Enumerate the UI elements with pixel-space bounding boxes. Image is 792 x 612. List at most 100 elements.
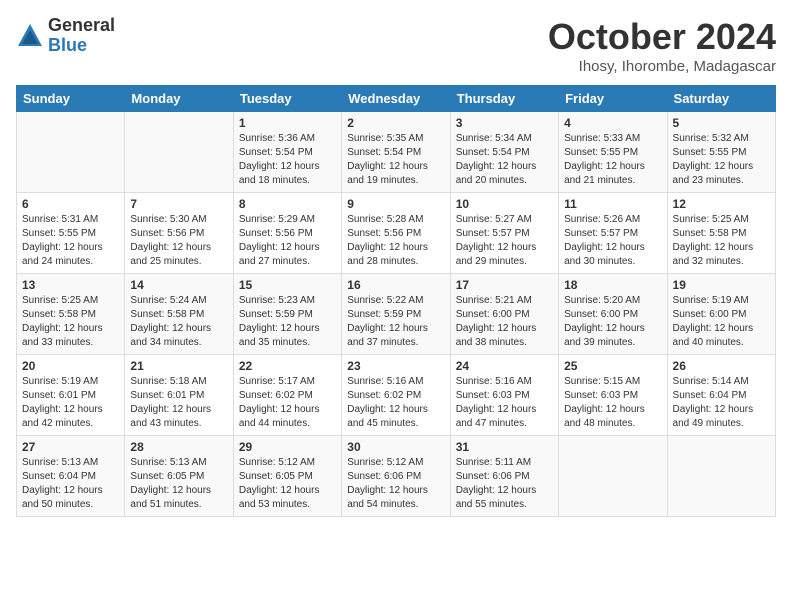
day-info: Sunrise: 5:17 AMSunset: 6:02 PMDaylight:…	[239, 375, 336, 431]
day-number: 1	[239, 116, 336, 130]
day-info: Sunrise: 5:11 AMSunset: 6:06 PMDaylight:…	[456, 456, 553, 512]
header-sunday: Sunday	[17, 86, 125, 112]
calendar-cell: 28 Sunrise: 5:13 AMSunset: 6:05 PMDayligh…	[125, 436, 233, 517]
day-number: 24	[456, 359, 553, 373]
day-number: 3	[456, 116, 553, 130]
day-number: 12	[673, 197, 770, 211]
day-number: 10	[456, 197, 553, 211]
location-subtitle: Ihosy, Ihorombe, Madagascar	[548, 58, 776, 75]
header-saturday: Saturday	[667, 86, 775, 112]
calendar-cell: 14 Sunrise: 5:24 AMSunset: 5:58 PMDayligh…	[125, 274, 233, 355]
header-monday: Monday	[125, 86, 233, 112]
day-info: Sunrise: 5:30 AMSunset: 5:56 PMDaylight:…	[130, 213, 227, 269]
calendar-cell: 30 Sunrise: 5:12 AMSunset: 6:06 PMDayligh…	[342, 436, 450, 517]
header-thursday: Thursday	[450, 86, 558, 112]
calendar-cell: 23 Sunrise: 5:16 AMSunset: 6:02 PMDayligh…	[342, 355, 450, 436]
calendar-cell: 10 Sunrise: 5:27 AMSunset: 5:57 PMDayligh…	[450, 193, 558, 274]
day-info: Sunrise: 5:35 AMSunset: 5:54 PMDaylight:…	[347, 132, 444, 188]
title-block: October 2024 Ihosy, Ihorombe, Madagascar	[548, 16, 776, 75]
header-row: Sunday Monday Tuesday Wednesday Thursday…	[17, 86, 776, 112]
day-info: Sunrise: 5:21 AMSunset: 6:00 PMDaylight:…	[456, 294, 553, 350]
logo-text: General Blue	[48, 16, 115, 56]
calendar-table: Sunday Monday Tuesday Wednesday Thursday…	[16, 85, 776, 517]
day-info: Sunrise: 5:24 AMSunset: 5:58 PMDaylight:…	[130, 294, 227, 350]
day-number: 30	[347, 440, 444, 454]
day-number: 9	[347, 197, 444, 211]
calendar-cell: 7Sunrise: 5:30 AMSunset: 5:56 PMDaylight…	[125, 193, 233, 274]
day-info: Sunrise: 5:13 AMSunset: 6:04 PMDaylight:…	[22, 456, 119, 512]
logo-blue: Blue	[48, 36, 115, 56]
day-info: Sunrise: 5:15 AMSunset: 6:03 PMDaylight:…	[564, 375, 661, 431]
calendar-header: Sunday Monday Tuesday Wednesday Thursday…	[17, 86, 776, 112]
day-info: Sunrise: 5:27 AMSunset: 5:57 PMDaylight:…	[456, 213, 553, 269]
day-number: 25	[564, 359, 661, 373]
calendar-cell	[17, 112, 125, 193]
calendar-cell: 5Sunrise: 5:32 AMSunset: 5:55 PMDaylight…	[667, 112, 775, 193]
calendar-cell: 29 Sunrise: 5:12 AMSunset: 6:05 PMDayligh…	[233, 436, 341, 517]
day-number: 26	[673, 359, 770, 373]
day-number: 15	[239, 278, 336, 292]
day-info: Sunrise: 5:13 AMSunset: 6:05 PMDaylight:…	[130, 456, 227, 512]
calendar-cell: 26 Sunrise: 5:14 AMSunset: 6:04 PMDayligh…	[667, 355, 775, 436]
day-info: Sunrise: 5:33 AMSunset: 5:55 PMDaylight:…	[564, 132, 661, 188]
day-number: 23	[347, 359, 444, 373]
day-info: Sunrise: 5:18 AMSunset: 6:01 PMDaylight:…	[130, 375, 227, 431]
calendar-cell: 9 Sunrise: 5:28 AMSunset: 5:56 PMDaylight…	[342, 193, 450, 274]
calendar-cell	[667, 436, 775, 517]
page-header: General Blue October 2024 Ihosy, Ihoromb…	[16, 16, 776, 75]
calendar-week-row: 20 Sunrise: 5:19 AMSunset: 6:01 PMDayligh…	[17, 355, 776, 436]
day-info: Sunrise: 5:12 AMSunset: 6:05 PMDaylight:…	[239, 456, 336, 512]
day-info: Sunrise: 5:12 AMSunset: 6:06 PMDaylight:…	[347, 456, 444, 512]
calendar-week-row: 6Sunrise: 5:31 AMSunset: 5:55 PMDaylight…	[17, 193, 776, 274]
calendar-cell: 19 Sunrise: 5:19 AMSunset: 6:00 PMDayligh…	[667, 274, 775, 355]
day-number: 4	[564, 116, 661, 130]
day-number: 18	[564, 278, 661, 292]
day-number: 21	[130, 359, 227, 373]
calendar-cell: 21 Sunrise: 5:18 AMSunset: 6:01 PMDayligh…	[125, 355, 233, 436]
day-info: Sunrise: 5:19 AMSunset: 6:00 PMDaylight:…	[673, 294, 770, 350]
calendar-cell: 2Sunrise: 5:35 AMSunset: 5:54 PMDaylight…	[342, 112, 450, 193]
day-number: 11	[564, 197, 661, 211]
day-info: Sunrise: 5:16 AMSunset: 6:02 PMDaylight:…	[347, 375, 444, 431]
day-info: Sunrise: 5:19 AMSunset: 6:01 PMDaylight:…	[22, 375, 119, 431]
day-info: Sunrise: 5:14 AMSunset: 6:04 PMDaylight:…	[673, 375, 770, 431]
logo: General Blue	[16, 16, 115, 56]
day-info: Sunrise: 5:23 AMSunset: 5:59 PMDaylight:…	[239, 294, 336, 350]
day-number: 19	[673, 278, 770, 292]
day-number: 20	[22, 359, 119, 373]
calendar-cell: 12 Sunrise: 5:25 AMSunset: 5:58 PMDayligh…	[667, 193, 775, 274]
calendar-cell	[125, 112, 233, 193]
day-number: 14	[130, 278, 227, 292]
day-number: 28	[130, 440, 227, 454]
logo-general: General	[48, 16, 115, 36]
calendar-cell: 27Sunrise: 5:13 AMSunset: 6:04 PMDayligh…	[17, 436, 125, 517]
calendar-cell: 25 Sunrise: 5:15 AMSunset: 6:03 PMDayligh…	[559, 355, 667, 436]
calendar-cell: 22Sunrise: 5:17 AMSunset: 6:02 PMDayligh…	[233, 355, 341, 436]
day-info: Sunrise: 5:25 AMSunset: 5:58 PMDaylight:…	[673, 213, 770, 269]
day-number: 8	[239, 197, 336, 211]
day-info: Sunrise: 5:20 AMSunset: 6:00 PMDaylight:…	[564, 294, 661, 350]
day-info: Sunrise: 5:29 AMSunset: 5:56 PMDaylight:…	[239, 213, 336, 269]
day-info: Sunrise: 5:16 AMSunset: 6:03 PMDaylight:…	[456, 375, 553, 431]
calendar-cell: 11Sunrise: 5:26 AMSunset: 5:57 PMDayligh…	[559, 193, 667, 274]
day-info: Sunrise: 5:22 AMSunset: 5:59 PMDaylight:…	[347, 294, 444, 350]
day-info: Sunrise: 5:36 AMSunset: 5:54 PMDaylight:…	[239, 132, 336, 188]
calendar-cell: 31Sunrise: 5:11 AMSunset: 6:06 PMDayligh…	[450, 436, 558, 517]
day-number: 6	[22, 197, 119, 211]
day-info: Sunrise: 5:25 AMSunset: 5:58 PMDaylight:…	[22, 294, 119, 350]
calendar-cell: 4 Sunrise: 5:33 AMSunset: 5:55 PMDaylight…	[559, 112, 667, 193]
day-info: Sunrise: 5:34 AMSunset: 5:54 PMDaylight:…	[456, 132, 553, 188]
calendar-cell: 24 Sunrise: 5:16 AMSunset: 6:03 PMDayligh…	[450, 355, 558, 436]
day-info: Sunrise: 5:28 AMSunset: 5:56 PMDaylight:…	[347, 213, 444, 269]
header-wednesday: Wednesday	[342, 86, 450, 112]
calendar-week-row: 13 Sunrise: 5:25 AMSunset: 5:58 PMDayligh…	[17, 274, 776, 355]
day-number: 13	[22, 278, 119, 292]
month-title: October 2024	[548, 16, 776, 58]
calendar-cell	[559, 436, 667, 517]
calendar-cell: 3 Sunrise: 5:34 AMSunset: 5:54 PMDaylight…	[450, 112, 558, 193]
calendar-cell: 1 Sunrise: 5:36 AMSunset: 5:54 PMDaylight…	[233, 112, 341, 193]
day-number: 29	[239, 440, 336, 454]
day-number: 16	[347, 278, 444, 292]
logo-icon	[16, 22, 44, 50]
calendar-cell: 18 Sunrise: 5:20 AMSunset: 6:00 PMDayligh…	[559, 274, 667, 355]
